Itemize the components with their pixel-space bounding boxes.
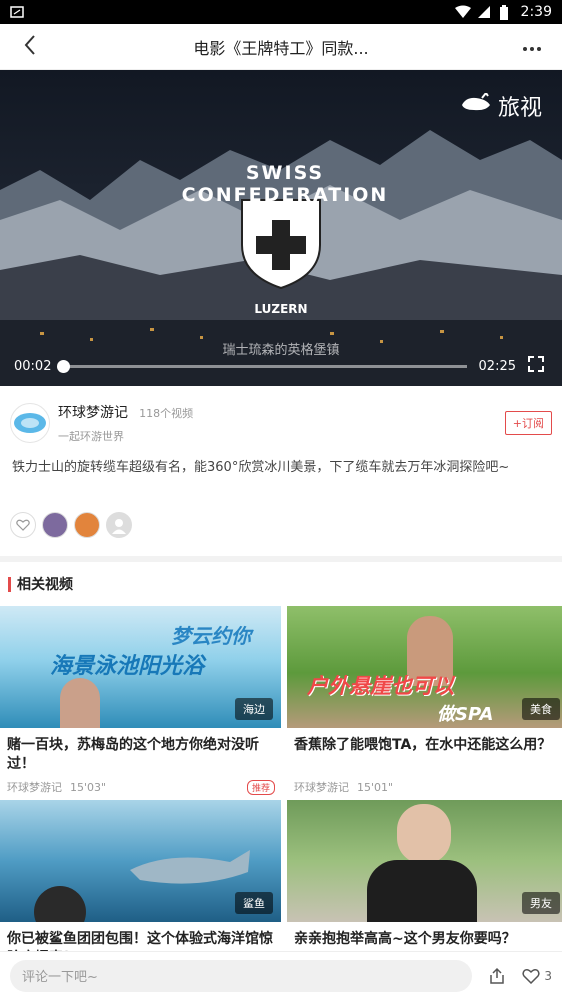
whale-icon [460, 91, 492, 119]
video-description: 铁力士山的旋转缆车超级有名，能360°欣赏冰川美景，下了缆车就去万年冰洞探险吧~ [12, 460, 510, 475]
person-figure [60, 678, 100, 728]
related-video-card[interactable]: 男友 亲亲抱抱举高高~这个男友你要吗？ [287, 800, 562, 968]
video-thumbnail[interactable]: 男友 [287, 800, 562, 922]
person-head [397, 804, 451, 864]
screenshot-icon [10, 5, 24, 19]
emblem-subtitle: LUZERN [254, 302, 308, 316]
signal-icon [477, 5, 491, 19]
battery-icon [499, 5, 513, 20]
fullscreen-button[interactable] [528, 356, 548, 376]
wifi-icon [454, 5, 471, 19]
related-section-title: 相关视频 [0, 562, 562, 606]
channel-video-count: 118个视频 [139, 407, 194, 420]
total-time: 02:25 [478, 358, 516, 374]
video-tag: 男友 [522, 892, 560, 914]
liker-avatar[interactable] [74, 512, 100, 538]
video-title: 香蕉除了能喂饱TA，在水中还能这么用？ [294, 737, 552, 753]
video-title: 赌一百块，苏梅岛的这个地方你绝对没听过！ [7, 737, 259, 772]
related-video-card[interactable]: 鲨鱼 你已被鲨鱼团团包围！这个体验式海洋馆惊险度爆表！ [0, 800, 281, 968]
thumbnail-overlay-text: 梦云约你 [171, 624, 251, 648]
video-author: 环球梦游记 [294, 781, 349, 794]
default-user-icon [112, 519, 126, 534]
person-body [367, 860, 477, 922]
bottom-action-bar: 评论一下吧~ 3 [0, 951, 562, 999]
video-controls: 00:02 02:25 [0, 346, 562, 386]
page-title: 电影《王牌特工》同款... [193, 38, 369, 58]
like-button[interactable] [10, 512, 36, 538]
progress-bar[interactable] [57, 359, 467, 373]
top-bar: 电影《王牌特工》同款... [0, 24, 562, 70]
status-bar: 2:39 [0, 0, 562, 24]
like-count-button[interactable]: 3 [522, 968, 552, 984]
video-tag: 鲨鱼 [235, 892, 273, 914]
thumbnail-overlay-text: 做SPA [437, 704, 494, 725]
more-icon [522, 36, 542, 57]
video-player[interactable]: 旅视 SWISS CONFEDERATION LUZERN 瑞士琉森的英格堡镇 … [0, 70, 562, 386]
back-arrow-icon [23, 34, 37, 60]
brand-name: 旅视 [497, 96, 542, 121]
more-options-button[interactable] [510, 24, 554, 70]
emblem-title: SWISS CONFEDERATION [181, 162, 389, 206]
share-icon [490, 967, 505, 984]
heart-icon [522, 968, 540, 984]
channel-info: 环球梦游记 118个视频 一起环游世界 +订阅 [0, 386, 562, 448]
channel-subtitle: 一起环游世界 [58, 430, 124, 443]
fullscreen-icon [528, 356, 544, 372]
progress-knob[interactable] [57, 359, 71, 373]
related-video-card[interactable]: 梦云约你 海景泳池阳光浴 海边 赌一百块，苏梅岛的这个地方你绝对没听过！ 环球梦… [0, 606, 281, 800]
related-title: 相关视频 [17, 577, 73, 593]
share-button[interactable] [488, 967, 506, 985]
video-meta: 环球梦游记 15'01" [287, 774, 562, 800]
channel-name[interactable]: 环球梦游记 [58, 405, 128, 421]
video-meta: 环球梦游记 15'03" 推荐 [0, 774, 281, 800]
comment-input[interactable]: 评论一下吧~ [10, 959, 473, 992]
video-duration: 15'01" [357, 780, 394, 794]
liker-avatar[interactable] [42, 512, 68, 538]
back-button[interactable] [8, 24, 52, 70]
like-count: 3 [544, 968, 552, 983]
video-thumbnail[interactable]: 户外悬崖也可以 做SPA 美食 [287, 606, 562, 728]
channel-avatar[interactable] [10, 403, 50, 443]
heart-icon [16, 519, 30, 531]
video-author: 环球梦游记 [7, 781, 62, 794]
current-time: 00:02 [14, 358, 52, 374]
brand-logo: 旅视 [460, 90, 542, 122]
video-thumbnail[interactable]: 梦云约你 海景泳池阳光浴 海边 [0, 606, 281, 728]
video-tag: 美食 [522, 698, 560, 720]
recommend-badge: 推荐 [246, 779, 275, 795]
thumbnail-overlay-text: 户外悬崖也可以 [307, 674, 454, 698]
thumbnail-overlay-text: 海景泳池阳光浴 [50, 654, 205, 679]
related-video-card[interactable]: 户外悬崖也可以 做SPA 美食 香蕉除了能喂饱TA，在水中还能这么用？ 环球梦游… [287, 606, 562, 800]
video-tag: 海边 [235, 698, 273, 720]
likes-row [0, 502, 562, 546]
related-videos-grid: 梦云约你 海景泳池阳光浴 海边 赌一百块，苏梅岛的这个地方你绝对没听过！ 环球梦… [0, 606, 562, 968]
section-accent-bar [8, 576, 11, 592]
status-time: 2:39 [520, 4, 552, 20]
video-thumbnail[interactable]: 鲨鱼 [0, 800, 281, 922]
subscribe-button[interactable]: +订阅 [504, 411, 552, 435]
video-duration: 15'03" [70, 780, 107, 794]
liker-avatar[interactable] [106, 512, 132, 538]
